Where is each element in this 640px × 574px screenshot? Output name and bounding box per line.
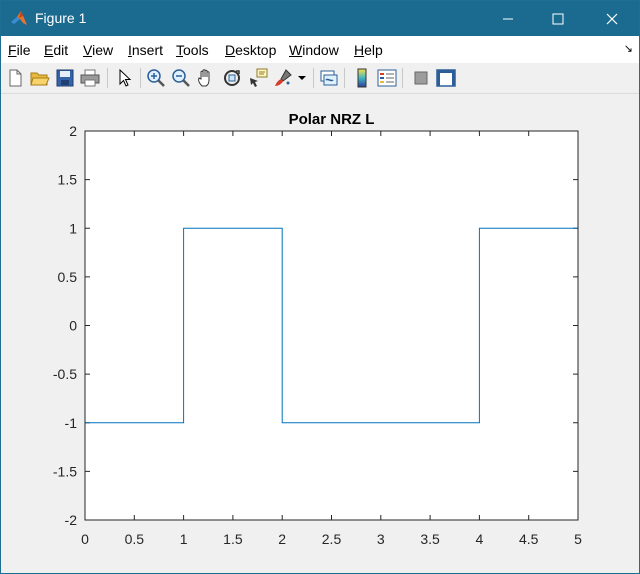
title-bar[interactable]: Figure 1 [1, 1, 639, 36]
menu-insert[interactable]: Insert [128, 42, 163, 58]
menu-tools[interactable]: Tools [176, 42, 209, 58]
x-tick-label: 4.5 [519, 531, 539, 547]
plot-svg: 2 1.5 1 0.5 0 -0.5 -1 -1.5 -2 0 0.5 1 1.5 2 2.5 3 3.5 4 4… [53, 111, 582, 547]
brush-dropdown-icon [298, 76, 306, 80]
x-tick-label: 2 [278, 531, 286, 547]
x-tick-label: 3.5 [420, 531, 440, 547]
zoom-in-button[interactable] [145, 67, 167, 89]
colorbar-icon [357, 68, 367, 88]
y-tick-label: -0.5 [53, 366, 77, 382]
menu-window[interactable]: Window [289, 42, 339, 58]
brush-dropdown-button[interactable] [295, 67, 309, 89]
y-tick-label: -2 [65, 512, 78, 528]
print-icon [80, 69, 100, 87]
insert-legend-button[interactable] [376, 67, 398, 89]
brush-icon [275, 69, 292, 86]
x-tick-label: 0 [81, 531, 89, 547]
pointer-icon [119, 69, 132, 87]
dock-arrow-icon[interactable]: ↘ [624, 42, 633, 55]
y-tick-label: -1.5 [53, 463, 77, 479]
maximize-icon [552, 13, 564, 24]
axes-background[interactable] [85, 131, 578, 520]
y-tick-label: 2 [69, 123, 77, 139]
edit-plot-button[interactable] [114, 67, 136, 89]
toolbar-separator [313, 68, 314, 88]
matlab-icon [11, 11, 27, 25]
y-tick-label: 1.5 [58, 172, 78, 188]
link-plot-icon [320, 70, 338, 86]
new-figure-icon [9, 69, 22, 87]
toolbar-separator [344, 68, 345, 88]
menu-edit[interactable]: Edit [44, 42, 68, 58]
save-button[interactable] [54, 67, 76, 89]
x-tick-label: 2.5 [322, 531, 342, 547]
maximize-button[interactable] [535, 1, 581, 36]
zoom-in-icon [147, 69, 165, 87]
save-icon [56, 69, 74, 87]
zoom-out-icon [172, 69, 190, 87]
data-cursor-button[interactable] [247, 67, 269, 89]
window-title: Figure 1 [35, 10, 87, 26]
hide-plot-tools-icon [414, 71, 428, 85]
insert-colorbar-button[interactable] [351, 67, 373, 89]
new-figure-button[interactable] [4, 67, 26, 89]
menu-desktop[interactable]: Desktop [225, 42, 276, 58]
show-plot-tools-button[interactable] [435, 67, 457, 89]
figure-window: Figure 1 File Edit View Insert Tools Des… [0, 0, 640, 574]
print-button[interactable] [79, 67, 101, 89]
toolbar-separator [402, 68, 403, 88]
open-file-icon [30, 72, 50, 86]
chart-title: Polar NRZ L [289, 111, 375, 128]
zoom-out-button[interactable] [170, 67, 192, 89]
x-tick-label: 0.5 [125, 531, 145, 547]
pan-button[interactable] [195, 67, 217, 89]
menu-view[interactable]: View [83, 42, 113, 58]
minimize-button[interactable] [485, 1, 531, 36]
link-plot-button[interactable] [318, 67, 340, 89]
legend-icon [377, 69, 397, 87]
toolbar-separator [140, 68, 141, 88]
toolbar-separator [107, 68, 108, 88]
x-tick-label: 3 [377, 531, 385, 547]
rotate-3d-button[interactable] [221, 67, 243, 89]
y-tick-label: -1 [65, 415, 78, 431]
data-cursor-icon [250, 68, 268, 87]
x-tick-label: 1.5 [223, 531, 243, 547]
open-file-button[interactable] [29, 67, 51, 89]
x-tick-label: 5 [574, 531, 582, 547]
x-tick-label: 4 [476, 531, 484, 547]
rotate-3d-icon [224, 70, 240, 86]
close-icon [606, 13, 618, 24]
minimize-icon [503, 18, 513, 19]
x-tick-label: 1 [180, 531, 188, 547]
y-tick-label: 1 [69, 220, 77, 236]
figure-toolbar [1, 63, 639, 94]
y-tick-label: 0.5 [58, 269, 78, 285]
menu-help[interactable]: Help [354, 42, 383, 58]
close-button[interactable] [589, 1, 635, 36]
y-tick-label: 0 [69, 318, 77, 334]
menu-file[interactable]: File [8, 42, 31, 58]
menu-bar: File Edit View Insert Tools Desktop Wind… [1, 36, 639, 63]
show-plot-tools-icon [436, 69, 456, 87]
pan-hand-icon [198, 69, 210, 87]
figure-canvas[interactable]: 2 1.5 1 0.5 0 -0.5 -1 -1.5 -2 0 0.5 1 1.5 2 2.5 3 3.5 4 4… [1, 94, 639, 573]
brush-button[interactable] [273, 67, 295, 89]
hide-plot-tools-button[interactable] [410, 67, 432, 89]
